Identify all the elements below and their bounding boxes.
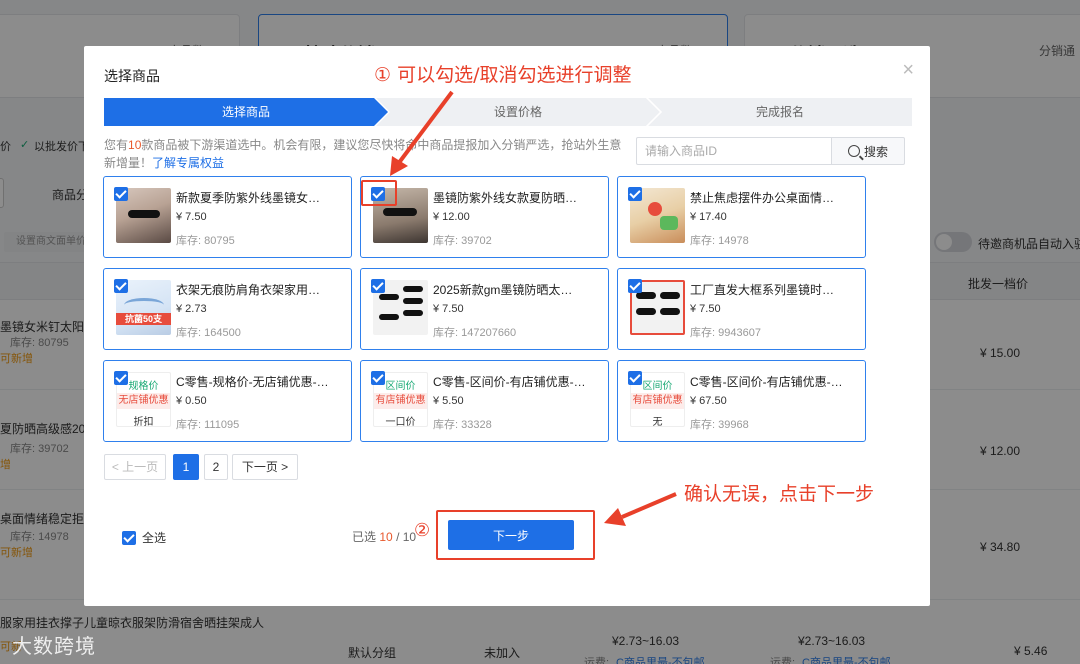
product-checkbox[interactable]	[371, 279, 385, 293]
product-checkbox[interactable]	[114, 371, 128, 385]
product-checkbox[interactable]	[628, 187, 642, 201]
product-checkbox[interactable]	[114, 279, 128, 293]
product-checkbox[interactable]	[628, 279, 642, 293]
watermark: 大数跨境	[12, 634, 96, 658]
product-checkbox[interactable]	[628, 371, 642, 385]
arrow-to-checkbox	[396, 90, 454, 166]
product-checkbox[interactable]	[371, 371, 385, 385]
product-checkbox[interactable]	[371, 187, 385, 201]
arrow-head	[390, 156, 408, 176]
arrow-to-next	[621, 492, 677, 519]
annotation-arrows	[390, 90, 677, 526]
product-checkbox[interactable]	[114, 187, 128, 201]
